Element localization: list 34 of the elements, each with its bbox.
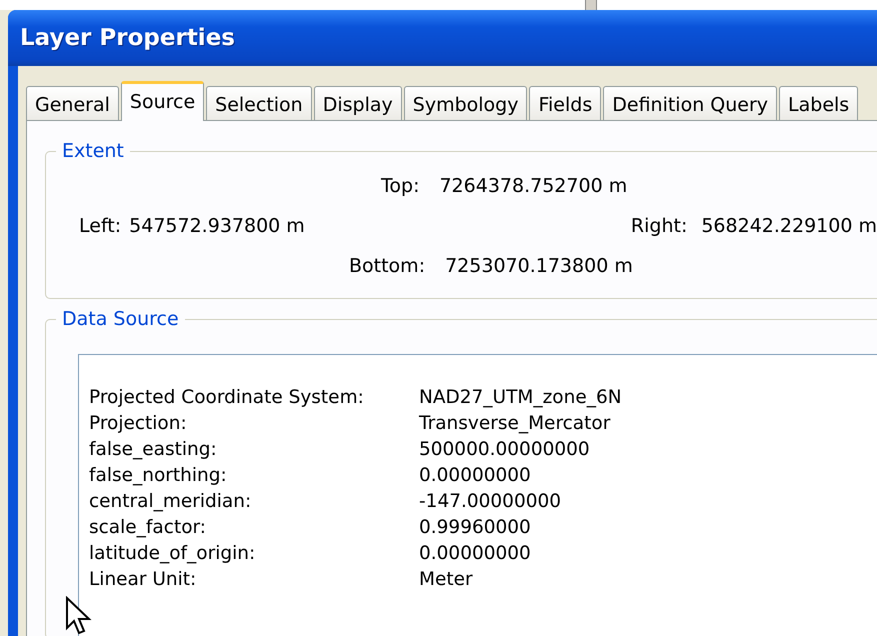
tab[interactable]: Definition Query xyxy=(603,86,778,120)
field-value: 7264378.752700 m xyxy=(439,174,628,199)
property-value: 0.00000000 xyxy=(419,542,531,566)
field-label: Left: xyxy=(79,214,122,239)
tab[interactable]: Source xyxy=(120,81,204,121)
property-value: 0.00000000 xyxy=(419,464,531,488)
tab[interactable]: Symbology xyxy=(404,86,528,120)
property-value: Transverse_Mercator xyxy=(419,412,610,436)
property-label: false_northing: xyxy=(89,464,228,488)
property-value: 500000.00000000 xyxy=(419,438,590,462)
tab[interactable]: Labels xyxy=(779,86,858,120)
property-value: -147.00000000 xyxy=(419,490,562,514)
field-label: Right: xyxy=(630,214,688,239)
scrollbar[interactable] xyxy=(585,0,597,10)
tab[interactable]: Fields xyxy=(529,86,602,120)
tab[interactable]: General xyxy=(26,86,119,120)
field-value: 568242.229100 m xyxy=(701,214,877,239)
tab[interactable]: Selection xyxy=(206,86,312,120)
property-label: false_easting: xyxy=(89,438,218,462)
field-value: 547572.937800 m xyxy=(129,214,305,239)
property-label: Projected Coordinate System: xyxy=(89,386,365,410)
property-value: Meter xyxy=(419,568,473,592)
property-label: latitude_of_origin: xyxy=(89,542,256,566)
tab[interactable]: Display xyxy=(314,86,402,120)
property-value: NAD27_UTM_zone_6N xyxy=(419,386,622,410)
property-label: central_meridian: xyxy=(89,490,252,514)
field-label: Top: xyxy=(381,174,420,199)
property-label: Linear Unit: xyxy=(89,568,198,592)
property-label: Projection: xyxy=(89,412,188,436)
property-label: scale_factor: xyxy=(89,516,208,540)
window-title: Layer Properties xyxy=(20,24,235,53)
property-value: 0.99960000 xyxy=(419,516,531,540)
field-value: 7253070.173800 m xyxy=(445,254,633,279)
field-label: Bottom: xyxy=(349,254,426,279)
